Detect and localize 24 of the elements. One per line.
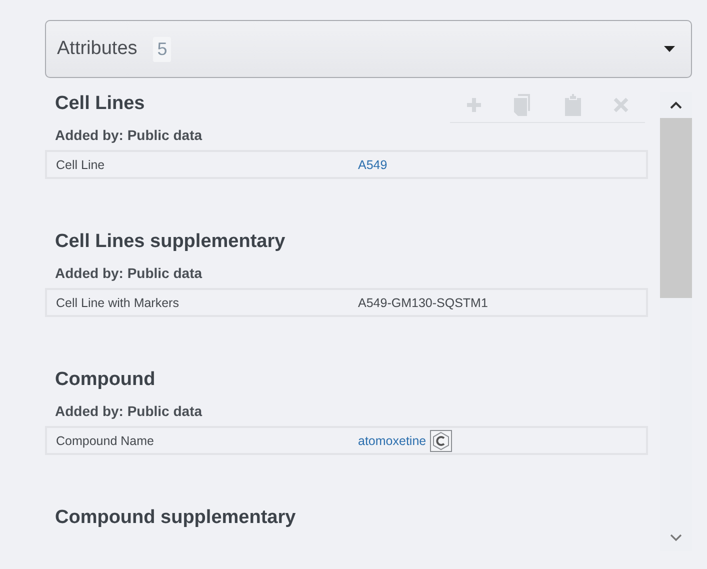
added-by-text: Added by: Public data xyxy=(54,264,204,282)
close-icon xyxy=(612,97,629,113)
section-title: Compound supplementary xyxy=(55,506,296,530)
chevron-up-icon[interactable] xyxy=(670,101,682,109)
count-badge: 5 xyxy=(153,36,172,62)
added-by-text: Added by: Public data xyxy=(54,126,204,144)
caret-icon xyxy=(664,46,675,52)
scroll-thumb[interactable] xyxy=(660,118,692,298)
plus-icon xyxy=(466,97,482,113)
section-title: Cell Lines supplementary xyxy=(55,230,286,254)
copy-icon xyxy=(514,94,532,116)
chevron-down-icon[interactable] xyxy=(670,534,682,542)
attribute-label: Compound Name xyxy=(56,434,155,448)
clipboard-icon xyxy=(564,94,581,116)
section-title: Cell Lines xyxy=(55,92,145,116)
attribute-label: Cell Line xyxy=(56,158,106,172)
added-by-text: Added by: Public data xyxy=(54,402,204,420)
attribute-label: Cell Line with Markers xyxy=(56,296,180,310)
attribute-link[interactable]: atomoxetine xyxy=(358,434,426,448)
section-title: Compound xyxy=(55,368,156,392)
attribute-value: A549-GM130-SQSTM1 xyxy=(358,296,488,310)
attribute-link[interactable]: A549 xyxy=(358,158,388,172)
hexagon-c-icon[interactable] xyxy=(430,430,452,452)
attributes-dropdown[interactable]: Attributes 5 xyxy=(45,20,692,78)
